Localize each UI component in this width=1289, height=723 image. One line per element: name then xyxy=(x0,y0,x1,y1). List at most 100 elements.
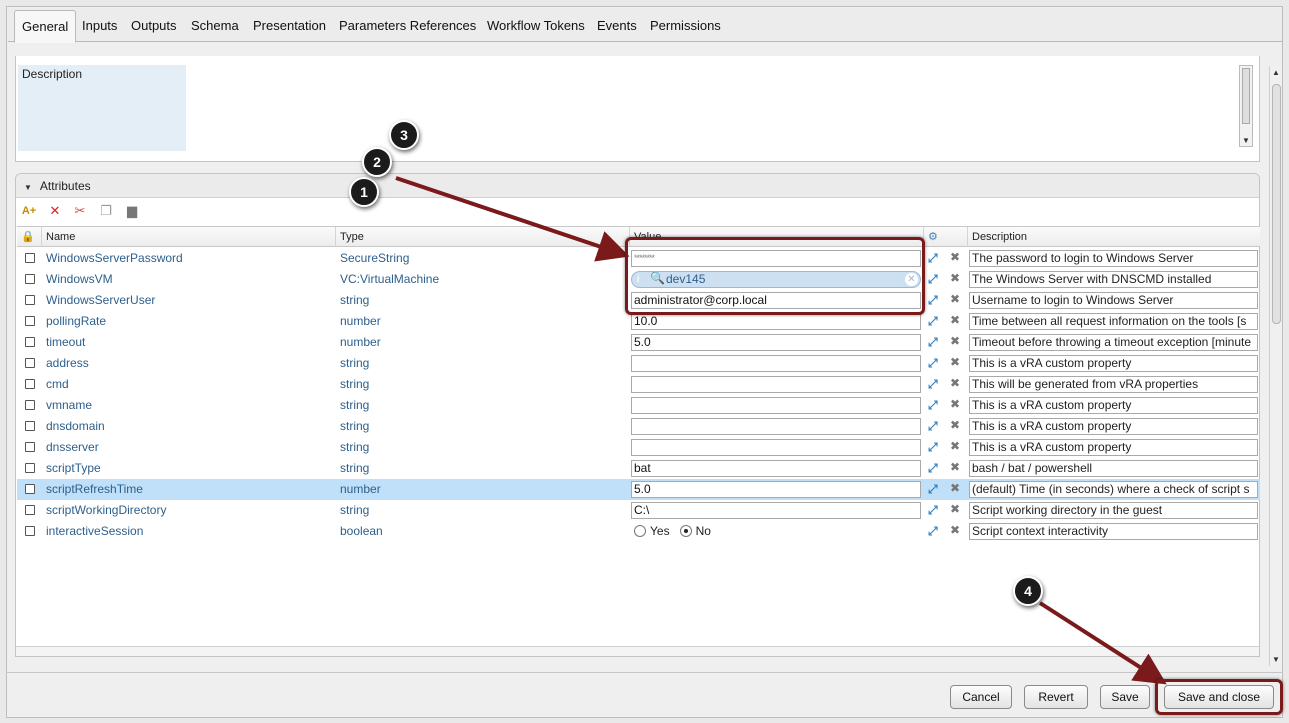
cancel-button[interactable]: Cancel xyxy=(950,685,1012,709)
expand-icon[interactable]: ⤢ xyxy=(928,524,938,539)
scroll-up-icon[interactable]: ▲ xyxy=(1272,68,1280,77)
row-checkbox[interactable] xyxy=(25,295,35,305)
delete-icon[interactable]: ✕ xyxy=(46,203,64,219)
expand-icon[interactable]: ⤢ xyxy=(928,293,938,308)
scroll-down-icon[interactable]: ▼ xyxy=(1272,655,1280,664)
copy-icon[interactable]: ❐ xyxy=(97,203,115,219)
row-checkbox[interactable] xyxy=(25,526,35,536)
table-row[interactable]: scriptRefreshTime number 5.0 ⤢ ✖ (default) Ti… xyxy=(17,479,1260,500)
description-field[interactable]: This will be generated from vRA properti… xyxy=(969,376,1258,393)
attributes-header[interactable]: ▼ Attributes xyxy=(16,174,1259,198)
tab-schema[interactable]: Schema xyxy=(184,10,246,42)
paste-icon[interactable]: ▆ xyxy=(123,203,141,219)
expand-icon[interactable]: ⤢ xyxy=(928,314,938,329)
attribute-type[interactable]: VC:VirtualMachine xyxy=(340,272,439,286)
description-field[interactable]: This is a vRA custom property xyxy=(969,355,1258,372)
value-field[interactable] xyxy=(631,418,921,435)
save-button[interactable]: Save xyxy=(1100,685,1150,709)
tab-outputs[interactable]: Outputs xyxy=(124,10,184,42)
clear-value-icon[interactable]: ✖ xyxy=(950,376,960,390)
attribute-type[interactable]: string xyxy=(340,377,369,391)
row-checkbox[interactable] xyxy=(25,463,35,473)
tab-permissions[interactable]: Permissions xyxy=(643,10,728,42)
description-field[interactable]: Username to login to Windows Server xyxy=(969,292,1258,309)
attribute-name[interactable]: scriptWorkingDirectory xyxy=(46,503,166,517)
column-bind-icon[interactable]: ⚙ xyxy=(923,227,967,247)
tab-inputs[interactable]: Inputs xyxy=(75,10,124,42)
tab-events[interactable]: Events xyxy=(590,10,644,42)
radio-no[interactable] xyxy=(679,525,692,537)
tab-workflow-tokens[interactable]: Workflow Tokens xyxy=(480,10,592,42)
attribute-name[interactable]: scriptRefreshTime xyxy=(46,482,143,496)
row-checkbox[interactable] xyxy=(25,400,35,410)
description-field[interactable]: The Windows Server with DNSCMD installed xyxy=(969,271,1258,288)
attribute-name[interactable]: vmname xyxy=(46,398,92,412)
value-field[interactable] xyxy=(631,397,921,414)
expand-icon[interactable]: ⤢ xyxy=(928,272,938,287)
clear-value-icon[interactable]: ✖ xyxy=(950,292,960,306)
main-scrollbar[interactable]: ▲ ▼ xyxy=(1269,66,1282,666)
clear-value-icon[interactable]: ✖ xyxy=(950,460,960,474)
table-row[interactable]: cmd string ⤢ ✖ This will be generated from v… xyxy=(17,374,1260,395)
description-field[interactable]: Time between all request information on … xyxy=(969,313,1258,330)
attribute-type[interactable]: string xyxy=(340,503,369,517)
description-field[interactable]: The password to login to Windows Server xyxy=(969,250,1258,267)
attribute-type[interactable]: SecureString xyxy=(340,251,409,265)
value-field[interactable]: bat xyxy=(631,460,921,477)
attribute-name[interactable]: dnsserver xyxy=(46,440,99,454)
clear-value-icon[interactable]: ✖ xyxy=(950,397,960,411)
row-checkbox[interactable] xyxy=(25,253,35,263)
attribute-name[interactable]: timeout xyxy=(46,335,85,349)
table-row[interactable]: scriptType string bat ⤢ ✖ bash / bat / powers… xyxy=(17,458,1260,479)
add-attribute-icon[interactable]: A+ xyxy=(20,203,38,219)
clear-value-icon[interactable]: ✖ xyxy=(950,250,960,264)
description-field[interactable]: This is a vRA custom property xyxy=(969,439,1258,456)
attribute-name[interactable]: pollingRate xyxy=(46,314,106,328)
clear-value-icon[interactable]: ✖ xyxy=(950,355,960,369)
attribute-name[interactable]: dnsdomain xyxy=(46,419,105,433)
column-type[interactable]: Type xyxy=(335,227,629,247)
scrollbar-thumb[interactable] xyxy=(1242,68,1250,124)
expand-icon[interactable]: ⤢ xyxy=(928,377,938,392)
scrollbar-thumb[interactable] xyxy=(1272,84,1281,324)
revert-button[interactable]: Revert xyxy=(1024,685,1088,709)
expand-icon[interactable]: ⤢ xyxy=(928,461,938,476)
column-description[interactable]: Description xyxy=(967,227,1260,247)
clear-value-icon[interactable]: ✖ xyxy=(950,439,960,453)
attribute-type[interactable]: number xyxy=(340,482,381,496)
clear-value-icon[interactable]: ✖ xyxy=(950,334,960,348)
radio-yes[interactable] xyxy=(634,525,646,537)
description-field[interactable]: This is a vRA custom property xyxy=(969,418,1258,435)
description-field[interactable]: Script context interactivity xyxy=(969,523,1258,540)
attribute-name[interactable]: WindowsVM xyxy=(46,272,113,286)
row-checkbox[interactable] xyxy=(25,337,35,347)
attribute-type[interactable]: string xyxy=(340,440,369,454)
attribute-type[interactable]: number xyxy=(340,314,381,328)
value-field[interactable] xyxy=(631,355,921,372)
lock-icon[interactable]: 🔒 xyxy=(17,227,41,247)
row-checkbox[interactable] xyxy=(25,274,35,284)
row-checkbox[interactable] xyxy=(25,442,35,452)
table-row[interactable]: dnsdomain string ⤢ ✖ This is a vRA custom pr… xyxy=(17,416,1260,437)
value-field[interactable]: C:\ xyxy=(631,502,921,519)
table-row[interactable]: address string ⤢ ✖ This is a vRA custom prop… xyxy=(17,353,1260,374)
table-row[interactable]: vmname string ⤢ ✖ This is a vRA custom prope… xyxy=(17,395,1260,416)
row-checkbox[interactable] xyxy=(25,505,35,515)
value-field[interactable] xyxy=(631,376,921,393)
attribute-type[interactable]: boolean xyxy=(340,524,383,538)
row-checkbox[interactable] xyxy=(25,379,35,389)
expand-icon[interactable]: ⤢ xyxy=(928,398,938,413)
expand-icon[interactable]: ⤢ xyxy=(928,482,938,497)
clear-value-icon[interactable]: ✖ xyxy=(950,523,960,537)
attribute-name[interactable]: scriptType xyxy=(46,461,101,475)
value-field[interactable]: 5.0 xyxy=(631,334,921,351)
cut-icon[interactable]: ✂ xyxy=(71,203,89,219)
expand-icon[interactable]: ⤢ xyxy=(928,503,938,518)
clear-value-icon[interactable]: ✖ xyxy=(950,313,960,327)
description-field[interactable]: Script working directory in the guest xyxy=(969,502,1258,519)
attribute-type[interactable]: string xyxy=(340,293,369,307)
attribute-type[interactable]: string xyxy=(340,419,369,433)
attribute-name[interactable]: WindowsServerPassword xyxy=(46,251,183,265)
expand-icon[interactable]: ⤢ xyxy=(928,356,938,371)
tab-presentation[interactable]: Presentation xyxy=(246,10,333,42)
